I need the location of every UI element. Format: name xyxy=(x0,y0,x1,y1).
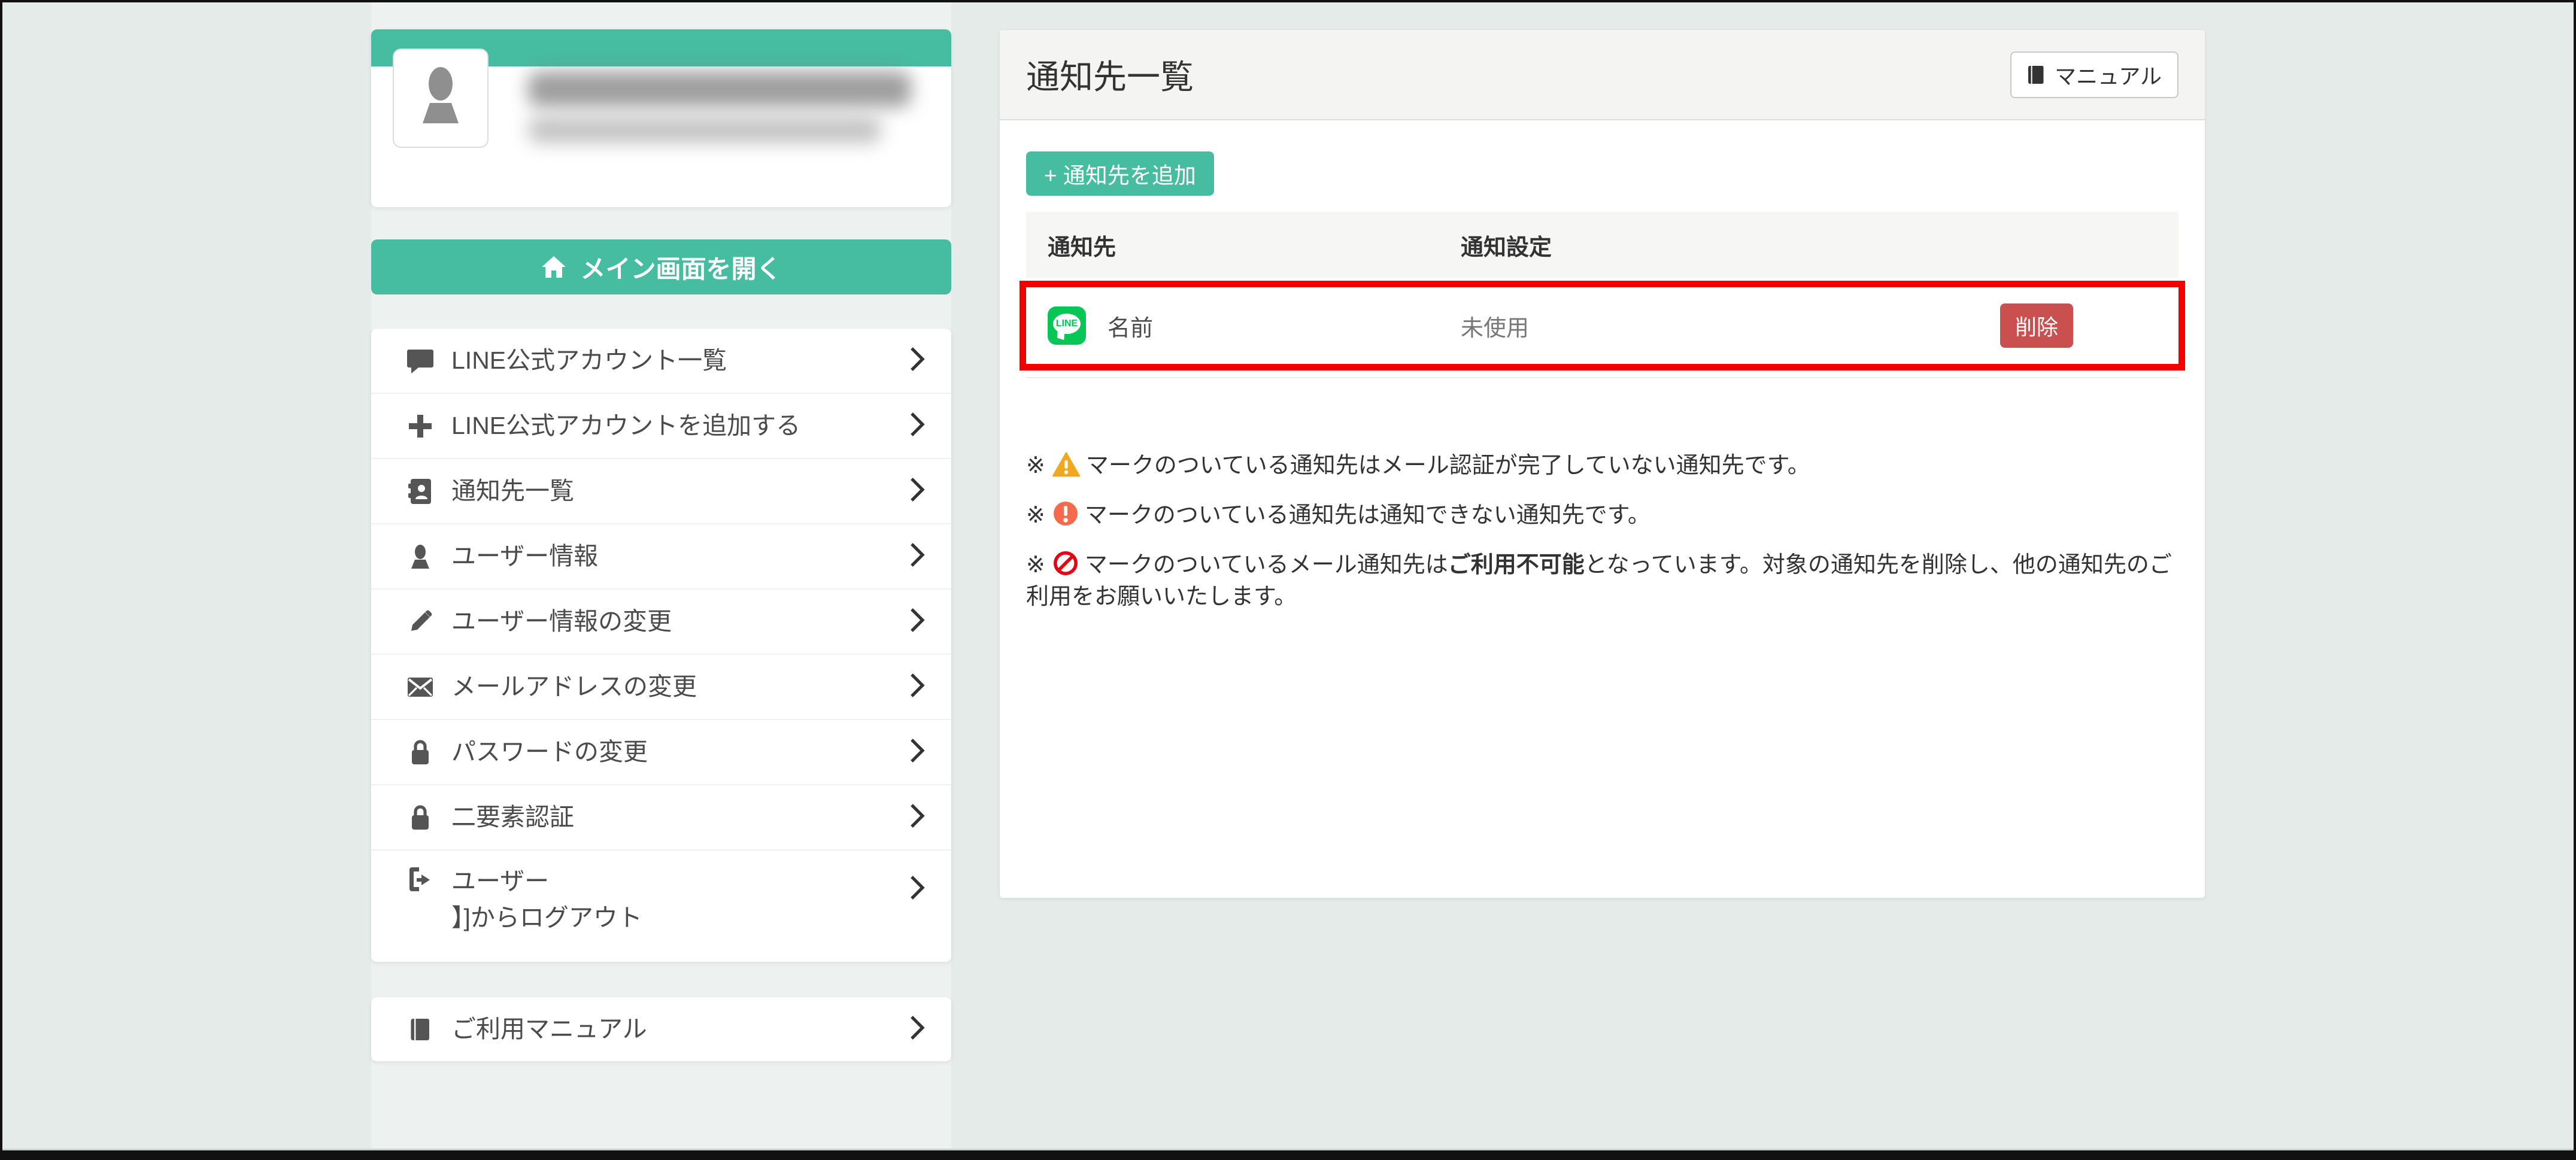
plus-icon xyxy=(405,414,436,439)
column-header-destination: 通知先 xyxy=(1048,229,1461,262)
add-notification-label: + 通知先を追加 xyxy=(1044,157,1196,190)
sidebar-item-user-info[interactable]: ユーザー情報 xyxy=(371,524,951,590)
chevron-right-icon xyxy=(909,411,925,441)
chevron-right-icon xyxy=(909,803,925,832)
note-email-unverified: ※ マークのついている通知先はメール認証が完了していない通知先です。 xyxy=(1026,450,2178,482)
sidebar-item-logout[interactable]: ユーザー 】]からログアウト xyxy=(371,851,951,962)
address-book-icon xyxy=(405,478,436,505)
profile-subtitle-blurred xyxy=(528,117,881,143)
profile-card xyxy=(371,29,951,207)
setting-value: 未使用 xyxy=(1461,309,2000,342)
sidebar-item-label: パスワードの変更 xyxy=(451,737,897,767)
sidebar-item-label: ユーザー 】]からログアウト xyxy=(451,866,897,934)
chevron-right-icon xyxy=(909,346,925,375)
bottom-divider xyxy=(0,1149,2576,1150)
sidebar: メイン画面を開く LINE公式アカウント一覧 LINE公式アカウントを追加する xyxy=(371,29,951,1061)
main-panel: 通知先一覧 マニュアル + 通知先を追加 通知先 通知設定 xyxy=(999,29,2205,898)
notification-table: 通知先 通知設定 LINE 名前 未使用 削除 xyxy=(1026,212,2178,378)
exclamation-circle-icon xyxy=(1052,500,1079,527)
notes-section: ※ マークのついている通知先はメール認証が完了していない通知先です。 ※ マーク… xyxy=(1026,450,2178,613)
chevron-right-icon xyxy=(909,607,925,636)
page-title: 通知先一覧 xyxy=(1026,50,1194,99)
warning-triangle-icon xyxy=(1052,452,1080,477)
home-icon xyxy=(541,255,567,279)
chevron-right-icon xyxy=(909,672,925,702)
sidebar-menu: LINE公式アカウント一覧 LINE公式アカウントを追加する xyxy=(371,329,951,962)
note-unavailable: ※ マークのついているメール通知先はご利用不可能となっています。対象の通知先を削… xyxy=(1026,549,2178,613)
chevron-right-icon xyxy=(909,737,925,767)
book-icon xyxy=(405,1016,436,1043)
sidebar-manual-card: ご利用マニュアル xyxy=(371,997,951,1061)
open-main-screen-button[interactable]: メイン画面を開く xyxy=(371,239,951,294)
column-header-setting: 通知設定 xyxy=(1461,229,2157,262)
profile-name-blurred xyxy=(528,71,911,107)
sidebar-item-label: 二要素認証 xyxy=(451,802,897,833)
delete-button[interactable]: 削除 xyxy=(2000,303,2073,348)
sidebar-item-label: メールアドレスの変更 xyxy=(451,672,897,702)
destination-cell: LINE 名前 xyxy=(1048,306,1461,345)
chevron-right-icon xyxy=(909,874,925,904)
sidebar-item-change-email[interactable]: メールアドレスの変更 xyxy=(371,655,951,720)
comment-icon xyxy=(405,348,436,373)
sidebar-item-label: ユーザー情報 xyxy=(451,541,897,572)
panel-header: 通知先一覧 マニュアル xyxy=(1000,30,2205,120)
line-app-icon: LINE xyxy=(1048,306,1086,345)
sidebar-item-label: ご利用マニュアル xyxy=(451,1014,897,1044)
sidebar-item-change-password[interactable]: パスワードの変更 xyxy=(371,720,951,785)
chevron-right-icon xyxy=(909,476,925,506)
table-header-row: 通知先 通知設定 xyxy=(1026,212,2178,278)
sidebar-item-notification-list[interactable]: 通知先一覧 xyxy=(371,459,951,524)
table-bottom-divider xyxy=(1026,377,2178,378)
sidebar-item-two-factor-auth[interactable]: 二要素認証 xyxy=(371,785,951,851)
chevron-right-icon xyxy=(909,542,925,571)
person-silhouette-icon xyxy=(413,63,468,133)
sidebar-item-add-line-account[interactable]: LINE公式アカウントを追加する xyxy=(371,394,951,459)
sidebar-item-edit-user-info[interactable]: ユーザー情報の変更 xyxy=(371,590,951,655)
user-icon xyxy=(405,543,436,570)
lock-icon xyxy=(405,804,436,831)
envelope-icon xyxy=(405,676,436,698)
pencil-icon xyxy=(405,609,436,634)
sidebar-item-usage-manual[interactable]: ご利用マニュアル xyxy=(371,997,951,1061)
sidebar-item-label: 通知先一覧 xyxy=(451,476,897,506)
note-cannot-notify: ※ マークのついている通知先は通知できない通知先です。 xyxy=(1026,500,2178,532)
sidebar-item-label: LINE公式アカウント一覧 xyxy=(451,345,897,376)
chevron-right-icon xyxy=(909,1015,925,1044)
sidebar-item-label: LINE公式アカウントを追加する xyxy=(451,411,897,441)
sign-out-icon xyxy=(405,866,436,892)
open-main-screen-label: メイン画面を開く xyxy=(580,249,781,286)
sidebar-item-label: ユーザー情報の変更 xyxy=(451,606,897,637)
action-cell: 削除 xyxy=(2000,303,2073,348)
manual-button[interactable]: マニュアル xyxy=(2010,51,2178,98)
manual-button-label: マニュアル xyxy=(2055,59,2162,90)
book-icon xyxy=(2027,63,2045,86)
table-row-highlighted: LINE 名前 未使用 削除 xyxy=(1026,287,2178,364)
destination-name: 名前 xyxy=(1108,309,1153,342)
add-notification-button[interactable]: + 通知先を追加 xyxy=(1026,151,1214,196)
sidebar-item-line-accounts[interactable]: LINE公式アカウント一覧 xyxy=(371,329,951,394)
ban-icon xyxy=(1052,550,1079,576)
lock-icon xyxy=(405,739,436,766)
avatar xyxy=(393,48,489,148)
panel-body: + 通知先を追加 通知先 通知設定 LINE 名前 未使用 削除 xyxy=(1000,120,2205,613)
